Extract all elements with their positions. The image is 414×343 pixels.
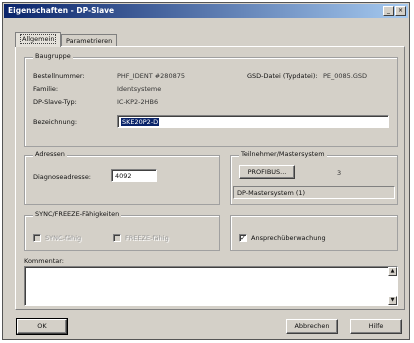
group-baugruppe: Baugruppe Bestellnummer: PHF_IDENT #2808… [24,52,398,147]
slave-typ-value: IC-KP2-2HB6 [117,98,159,106]
sync-checkbox[interactable] [33,234,41,242]
scroll-up-icon[interactable]: ▲ [388,267,397,276]
group-label: Teilnehmer/Mastersystem [239,150,327,158]
properties-dialog: Eigenschaften - DP-Slave _ × Allgemein P… [2,2,410,340]
check-icon: ✓ [240,234,246,242]
tab-panel-allgemein: Baugruppe Bestellnummer: PHF_IDENT #2808… [15,46,405,310]
gsd-label: GSD-Datei (Typdatei): [247,72,318,80]
kommentar-textarea[interactable]: ▲ ▼ [24,266,398,306]
scroll-down-icon[interactable]: ▼ [388,296,397,305]
familie-label: Familie: [33,85,59,93]
bezeichnung-input[interactable]: SKE20P2-D [117,115,389,128]
diagnoseadresse-input[interactable]: 4092 [111,169,157,182]
diagnoseadresse-label: Diagnoseadresse: [33,173,92,181]
close-button[interactable]: × [395,6,406,16]
watchdog-checkbox[interactable]: ✓ [239,234,247,242]
familie-value: Identsysteme [117,85,162,93]
freeze-label: FREEZE-fähig [125,234,169,242]
mastersystem-value: DP-Mastersystem (1) [237,189,306,197]
group-label: SYNC/FREEZE-Fähigkeiten [33,210,122,218]
bestellnummer-label: Bestellnummer: [33,72,85,80]
group-label: Baugruppe [33,52,73,60]
profibus-address: 3 [337,169,342,177]
group-watchdog: ✓ Ansprechüberwachung [230,215,398,251]
sync-label: SYNC-fähig [45,234,82,242]
tab-label: Parametrieren [66,37,113,45]
bestellnummer-value: PHF_IDENT #280875 [117,72,185,80]
bezeichnung-value: SKE20P2-D [121,118,160,126]
title-bar[interactable]: Eigenschaften - DP-Slave _ × [4,4,408,18]
mastersystem-field: DP-Mastersystem (1) [233,186,395,199]
group-sync-freeze: SYNC/FREEZE-Fähigkeiten SYNC-fähig FREEZ… [24,210,220,251]
abbrechen-button[interactable]: Abbrechen [286,319,338,334]
minimize-button[interactable]: _ [383,6,394,16]
watchdog-label: Ansprechüberwachung [251,234,326,242]
gsd-value: PE_0085.GSD [323,72,368,80]
tab-allgemein[interactable]: Allgemein [15,32,62,47]
slave-typ-label: DP-Slave-Typ: [33,98,77,106]
group-label: Adressen [33,150,67,158]
ok-button[interactable]: OK [16,318,68,335]
kommentar-label: Kommentar: [24,257,64,265]
group-adressen: Adressen Diagnoseadresse: 4092 [24,150,220,205]
bezeichnung-label: Bezeichnung: [33,118,78,126]
group-teilnehmer: Teilnehmer/Mastersystem PROFIBUS... 3 DP… [230,150,398,205]
tab-label: Allgemein [20,34,57,44]
hilfe-button[interactable]: Hilfe [350,319,402,334]
diagnoseadresse-value: 4092 [115,172,132,180]
profibus-button[interactable]: PROFIBUS... [239,165,295,179]
window-title: Eigenschaften - DP-Slave [8,6,115,15]
freeze-checkbox[interactable] [113,234,121,242]
